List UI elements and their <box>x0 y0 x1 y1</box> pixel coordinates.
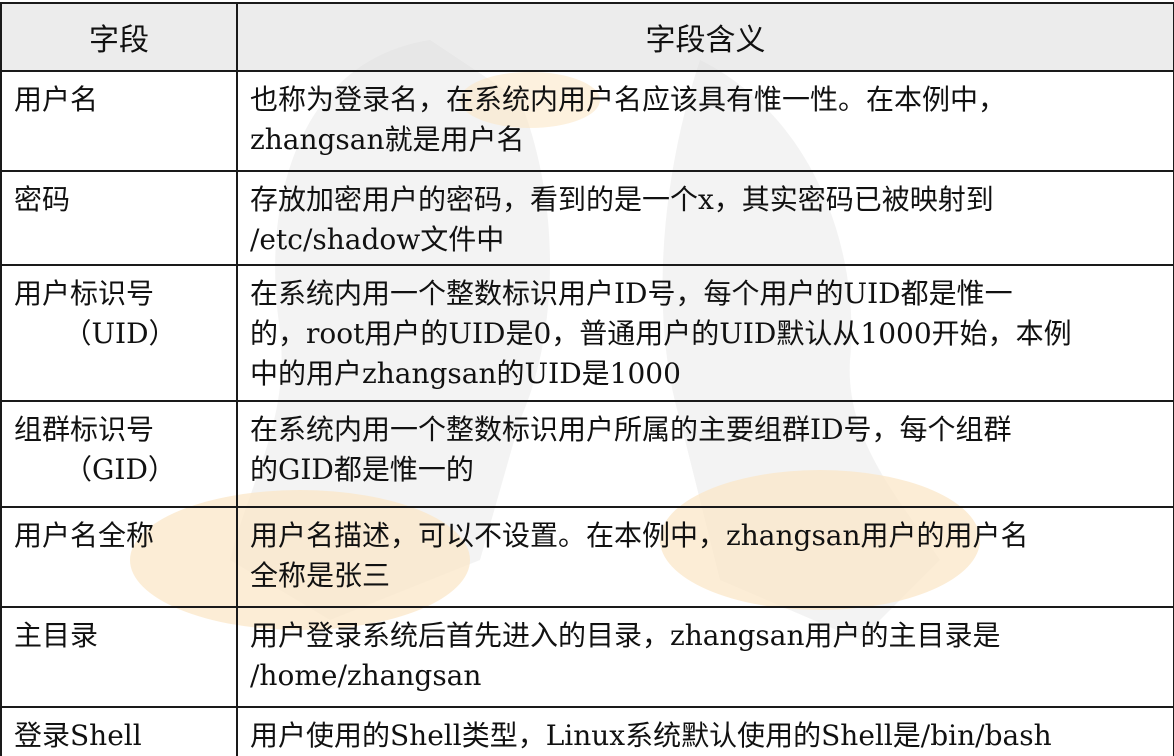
meaning-line: 存放加密用户的密码，看到的是一个x，其实密码已被映射到 <box>250 183 994 216</box>
meaning-line: 用户使用的Shell类型，Linux系统默认使用的Shell是/bin/bash <box>250 719 1052 752</box>
meaning-line: /home/zhangsan <box>250 659 482 692</box>
table-row: 密码 存放加密用户的密码，看到的是一个x，其实密码已被映射到/etc/shadow… <box>0 170 1174 266</box>
meaning-cell: 在系统内用一个整数标识用户ID号，每个用户的UID都是惟一的，root用户的UI… <box>236 264 1174 402</box>
meaning-line: 在系统内用一个整数标识用户ID号，每个用户的UID都是惟一 <box>250 277 1013 310</box>
field-name: 用户名 <box>14 83 99 116</box>
table-row: 用户名全称 用户名描述，可以不设置。在本例中，zhangsan用户的用户名 全称是张… <box>0 506 1174 608</box>
field-name: 登录Shell <box>14 719 142 752</box>
meaning-cell: 用户登录系统后首先进入的目录，zhangsan用户的主目录是/home/zhan… <box>236 606 1174 708</box>
table-row: 主目录 用户登录系统后首先进入的目录，zhangsan用户的主目录是/home/z… <box>0 606 1174 708</box>
table-row: 用户标识号 （UID） 在系统内用一个整数标识用户ID号，每个用户的UID都是惟一的… <box>0 264 1174 402</box>
meaning-line: 在系统内用一个整数标识用户所属的主要组群ID号，每个组群 <box>250 413 1012 446</box>
meaning-line: 的GID都是惟一的 <box>250 453 474 486</box>
field-cell: 用户名全称 <box>0 506 238 608</box>
field-name: 密码 <box>14 183 71 216</box>
header-meaning: 字段含义 <box>236 2 1174 72</box>
user-field-table: 字段 字段含义 用户名 也称为登录名，在系统内用户名应该具有惟一性。在本例中， zh… <box>0 2 1174 756</box>
field-name: 用户名全称 <box>14 519 155 552</box>
field-cell: 用户名 <box>0 70 238 172</box>
field-cell: 密码 <box>0 170 238 266</box>
field-name: 组群标识号 <box>14 413 155 446</box>
meaning-line: 的，root用户的UID是0，普通用户的UID默认从1000开始，本例 <box>250 317 1072 350</box>
meaning-cell: 在系统内用一个整数标识用户所属的主要组群ID号，每个组群 的GID都是惟一的 <box>236 400 1174 508</box>
meaning-cell: 存放加密用户的密码，看到的是一个x，其实密码已被映射到/etc/shadow文件… <box>236 170 1174 266</box>
table-row: 用户名 也称为登录名，在系统内用户名应该具有惟一性。在本例中， zhangsan就是… <box>0 70 1174 172</box>
table-row: 组群标识号 （GID） 在系统内用一个整数标识用户所属的主要组群ID号，每个组群 的G… <box>0 400 1174 508</box>
meaning-line: /etc/shadow文件中 <box>250 223 505 256</box>
field-cell: 主目录 <box>0 606 238 708</box>
meaning-line: 用户名描述，可以不设置。在本例中，zhangsan用户的用户名 <box>250 519 1029 552</box>
slide-canvas: 字段 字段含义 用户名 也称为登录名，在系统内用户名应该具有惟一性。在本例中， zh… <box>0 0 1174 756</box>
field-cell: 登录Shell <box>0 706 238 756</box>
field-name: 主目录 <box>14 619 99 652</box>
table-row: 登录Shell 用户使用的Shell类型，Linux系统默认使用的Shell是/b… <box>0 706 1174 756</box>
field-cell: 组群标识号 （GID） <box>0 400 238 508</box>
meaning-cell: 也称为登录名，在系统内用户名应该具有惟一性。在本例中， zhangsan就是用户名 <box>236 70 1174 172</box>
meaning-line: zhangsan就是用户名 <box>250 123 525 156</box>
field-abbrev: （GID） <box>64 453 176 486</box>
header-field: 字段 <box>0 2 238 72</box>
meaning-line: 用户登录系统后首先进入的目录，zhangsan用户的主目录是 <box>250 619 1001 652</box>
meaning-cell: 用户使用的Shell类型，Linux系统默认使用的Shell是/bin/bash <box>236 706 1174 756</box>
table-header-row: 字段 字段含义 <box>0 2 1174 72</box>
meaning-cell: 用户名描述，可以不设置。在本例中，zhangsan用户的用户名 全称是张三 <box>236 506 1174 608</box>
field-cell: 用户标识号 （UID） <box>0 264 238 402</box>
field-name: 用户标识号 <box>14 277 155 310</box>
table-body: 用户名 也称为登录名，在系统内用户名应该具有惟一性。在本例中， zhangsan就是… <box>0 70 1174 756</box>
field-abbrev: （UID） <box>63 317 177 350</box>
meaning-line: 也称为登录名，在系统内用户名应该具有惟一性。在本例中， <box>250 83 1007 116</box>
meaning-line: 中的用户zhangsan的UID是1000 <box>250 357 681 390</box>
meaning-line: 全称是张三 <box>250 559 391 592</box>
